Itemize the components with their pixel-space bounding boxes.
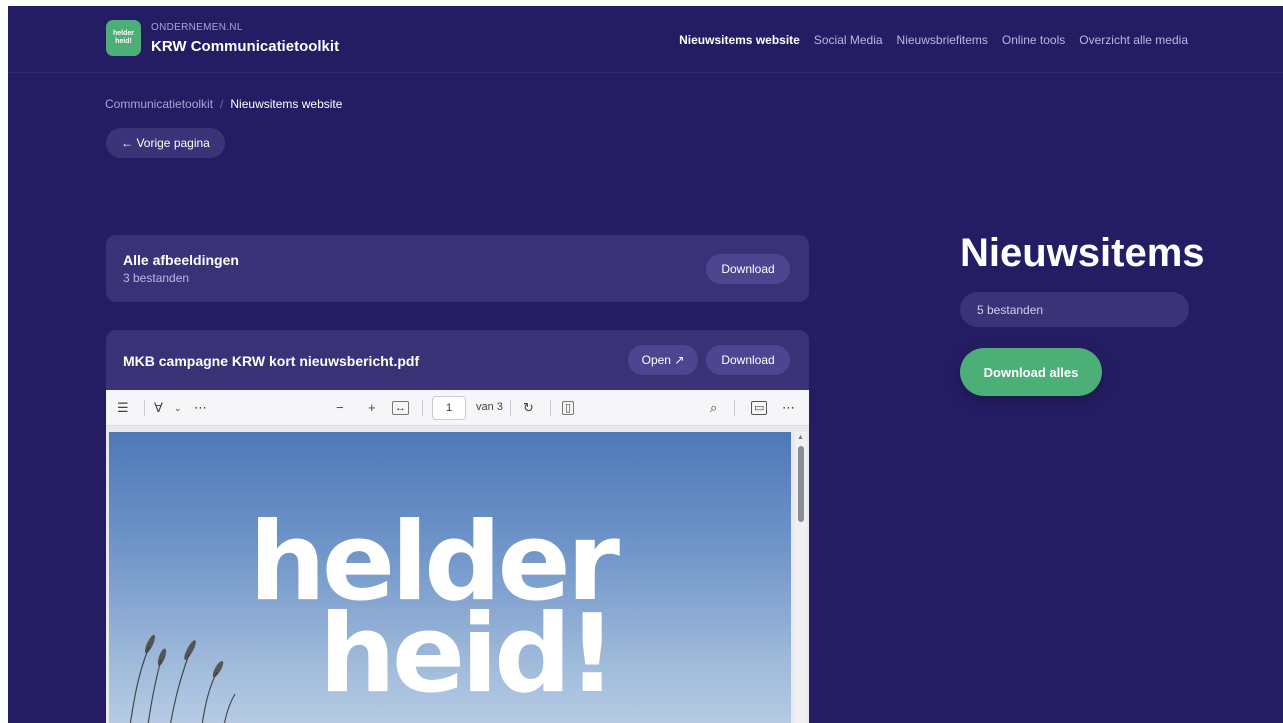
breadcrumb-root[interactable]: Communicatietoolkit xyxy=(105,97,213,111)
pdf-card: MKB campagne KRW kort nieuwsbericht.pdf … xyxy=(106,330,809,723)
zoom-out-icon[interactable]: − xyxy=(336,400,344,415)
brand-title[interactable]: KRW Communicatietoolkit xyxy=(151,38,339,55)
pdf-page-preview: helder heid! xyxy=(109,432,791,723)
top-header: helder heid! ONDERNEMEN.NL KRW Communica… xyxy=(8,6,1283,73)
toolbar-divider xyxy=(734,400,735,416)
file-count-badge: 5 bestanden xyxy=(960,292,1189,327)
rotate-icon[interactable]: ↻ xyxy=(523,400,534,416)
images-card-count: 3 bestanden xyxy=(123,271,190,285)
breadcrumb-separator: / xyxy=(220,97,224,111)
page-total-label: van 3 xyxy=(476,401,503,413)
scroll-up-icon[interactable]: ▲ xyxy=(797,434,804,441)
images-card-title: Alle afbeeldingen xyxy=(123,252,239,268)
nav-item-overzicht[interactable]: Overzicht alle media xyxy=(1079,33,1188,47)
page: helder heid! ONDERNEMEN.NL KRW Communica… xyxy=(8,6,1283,723)
breadcrumb: Communicatietoolkit / Nieuwsitems websit… xyxy=(105,97,342,111)
nav-item-online-tools[interactable]: Online tools xyxy=(1002,33,1065,47)
section-title: Nieuwsitems xyxy=(960,231,1205,275)
toolbar-divider xyxy=(550,400,551,416)
contents-icon[interactable]: ☰ xyxy=(117,400,129,416)
more-icon[interactable]: ⋯ xyxy=(194,400,207,416)
toolbar-divider xyxy=(510,400,511,416)
pdf-headline: helder heid! xyxy=(249,509,620,709)
search-icon[interactable]: ⌕ xyxy=(710,400,717,416)
fit-page-icon[interactable]: ↔ xyxy=(392,401,409,415)
draw-icon[interactable]: ∀ xyxy=(154,400,163,416)
images-download-button[interactable]: Download xyxy=(706,254,790,284)
scroll-thumb[interactable] xyxy=(798,446,804,522)
pdf-viewer: ☰ ∀ ⌄ ⋯ − + ↔ 1 van 3 ↻ ▯ ⌕ ▭ ⋯ helder h… xyxy=(106,390,809,723)
main-nav: Nieuwsitems website Social Media Nieuwsb… xyxy=(679,33,1188,47)
zoom-in-icon[interactable]: + xyxy=(368,400,376,415)
breadcrumb-current: Nieuwsitems website xyxy=(230,97,343,111)
back-button[interactable]: ← Vorige pagina xyxy=(106,128,225,158)
toolbar-divider xyxy=(422,400,423,416)
nav-item-nieuwsbriefitems[interactable]: Nieuwsbriefitems xyxy=(897,33,988,47)
pdf-toolbar: ☰ ∀ ⌄ ⋯ − + ↔ 1 van 3 ↻ ▯ ⌕ ▭ ⋯ xyxy=(106,390,809,426)
logo-text: helder heid! xyxy=(112,30,134,45)
pdf-open-button[interactable]: Open ↗ xyxy=(628,345,698,375)
page-view-icon[interactable]: ▯ xyxy=(562,401,575,415)
chevron-down-icon[interactable]: ⌄ xyxy=(174,403,182,414)
pdf-card-title: MKB campagne KRW kort nieuwsbericht.pdf xyxy=(123,353,420,369)
nav-item-nieuwsitems[interactable]: Nieuwsitems website xyxy=(679,33,800,47)
more-options-icon[interactable]: ⋯ xyxy=(782,400,795,416)
download-all-button[interactable]: Download alles xyxy=(960,348,1102,396)
brand-subtitle: ONDERNEMEN.NL xyxy=(151,22,243,33)
pdf-scrollbar[interactable]: ▲ xyxy=(795,432,807,723)
helderheid-logo[interactable]: helder heid! xyxy=(106,20,141,56)
pdf-download-button[interactable]: Download xyxy=(706,345,790,375)
nav-item-social-media[interactable]: Social Media xyxy=(814,33,883,47)
page-number-input[interactable]: 1 xyxy=(432,396,466,420)
images-card: Alle afbeeldingen 3 bestanden Download xyxy=(106,235,809,302)
save-icon[interactable]: ▭ xyxy=(751,401,768,415)
toolbar-divider xyxy=(144,400,145,416)
